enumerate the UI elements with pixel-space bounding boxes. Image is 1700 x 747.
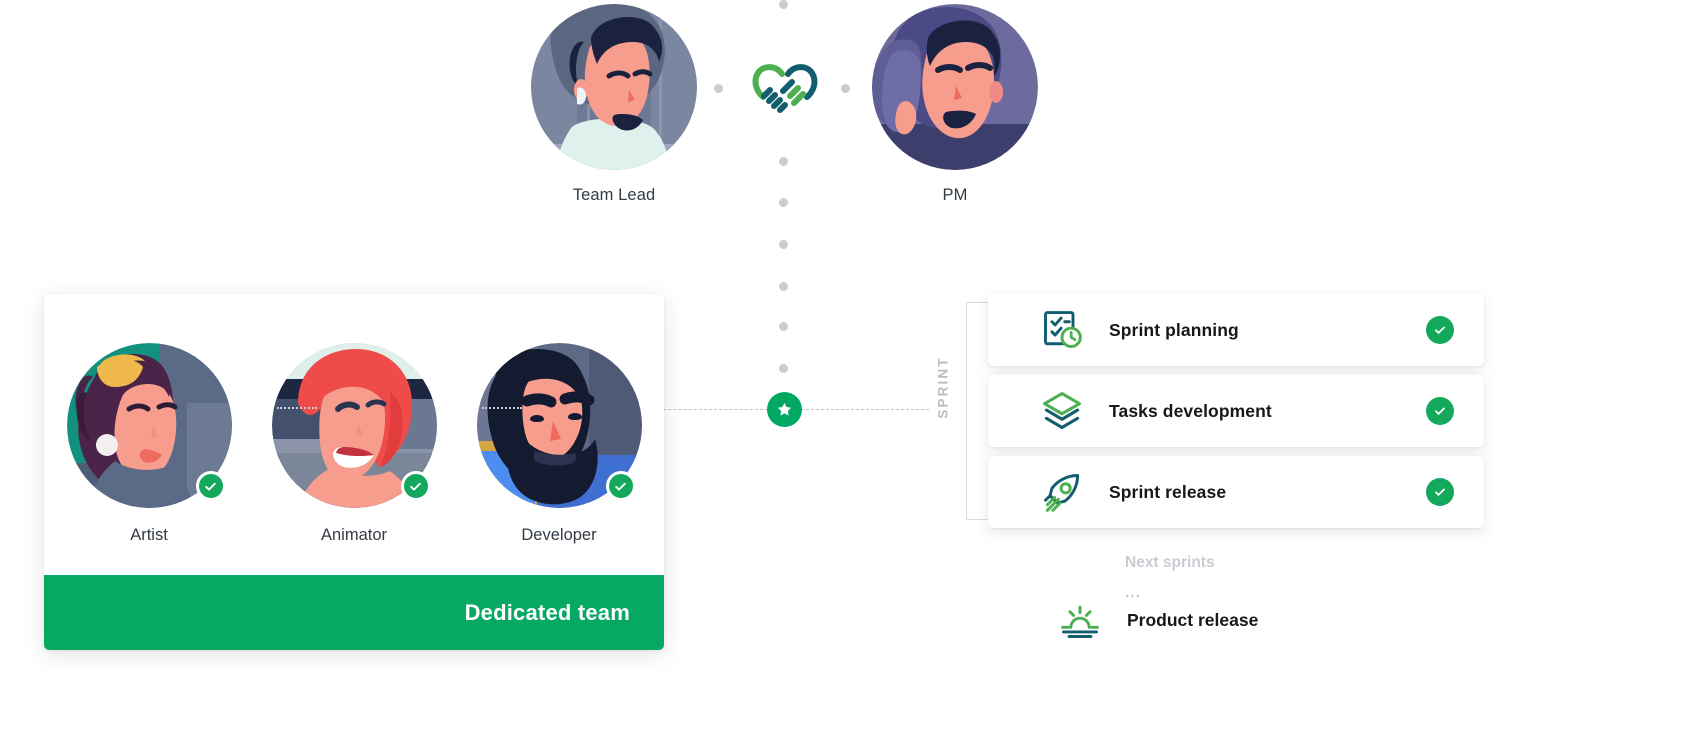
team-member-label: Artist [130,526,168,544]
team-member-developer[interactable]: Developer [476,343,642,545]
team-member-label: Developer [521,526,597,544]
connector-dot [779,157,788,166]
product-release-row[interactable]: Product release [1056,596,1258,644]
sprint-card-planning[interactable]: Sprint planning [988,294,1484,366]
sprint-label: SPRINT [935,356,951,419]
avatar-team-lead-icon [531,4,697,170]
dedicated-team-footer: Dedicated team [44,575,664,650]
sprint-card-tasks[interactable]: Tasks development [988,375,1484,447]
handshake-heart-icon [748,54,822,128]
person-pm-label: PM [942,186,968,204]
rocket-icon [1038,468,1086,516]
connector-dot [841,84,850,93]
top-leadership-row: Team Lead PM [0,0,1700,220]
check-badge-icon [1426,397,1454,425]
sunrise-icon [1056,596,1104,644]
person-pm[interactable]: PM [865,4,1045,205]
sprint-card-label: Sprint planning [1109,319,1239,340]
dedicated-team-label: Dedicated team [464,599,630,625]
connector-dot [779,322,788,331]
connector-dot [779,0,788,9]
next-sprints-label: Next sprints [1125,554,1215,571]
member-connector-line [482,407,522,409]
team-members-row: Artist Animator Developer [44,294,664,579]
dedicated-team-card[interactable]: Artist Animator Developer Dedicated team [44,294,664,650]
team-member-label: Animator [320,526,388,544]
star-badge-icon[interactable] [767,392,802,427]
connector-dot [714,84,723,93]
connector-dot [779,240,788,249]
sprint-card-label: Sprint release [1109,481,1227,502]
check-badge-icon [605,471,636,501]
product-release-label: Product release [1127,609,1259,630]
person-team-lead[interactable]: Team Lead [524,4,704,205]
clipboard-clock-icon [1038,306,1086,354]
team-member-animator[interactable]: Animator [271,343,437,545]
infographic-stage: Team Lead PM Artist Animator Developer D… [0,0,1700,747]
connector-line-left [648,409,768,410]
connector-dot [779,364,788,373]
check-badge-icon [1426,316,1454,344]
check-badge-icon [195,471,226,501]
layers-stack-icon [1038,387,1086,435]
sprint-bracket [966,302,988,520]
sprint-card-label: Tasks development [1109,400,1272,421]
connector-dot [779,198,788,207]
connector-dot [779,282,788,291]
member-connector-line [277,407,317,409]
check-badge-icon [400,471,431,501]
check-badge-icon [1426,478,1454,506]
team-member-artist[interactable]: Artist [66,343,232,545]
avatar-pm-icon [872,4,1038,170]
sprint-card-release[interactable]: Sprint release [988,456,1484,528]
connector-line-right [801,409,929,410]
person-team-lead-label: Team Lead [572,186,656,204]
